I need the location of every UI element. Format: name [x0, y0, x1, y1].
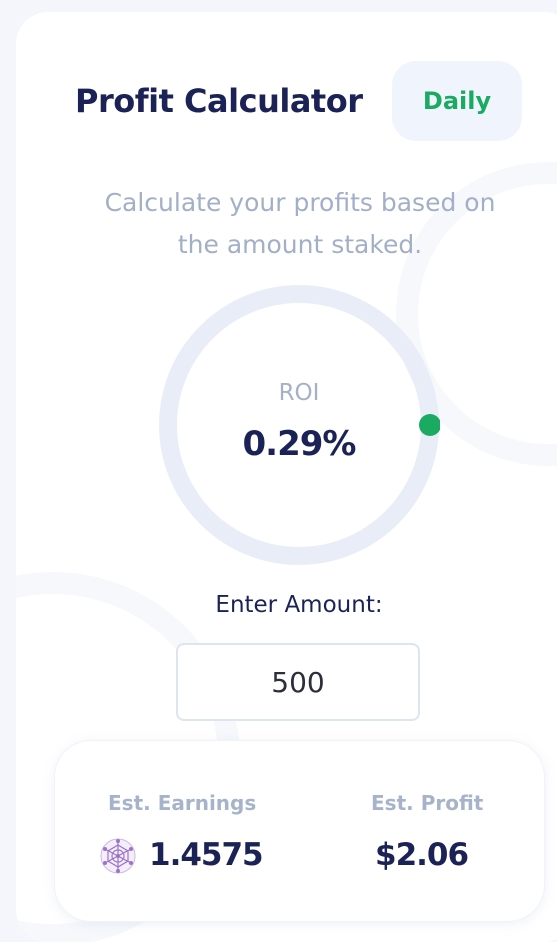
- amount-input[interactable]: [176, 643, 420, 721]
- profit-calculator-card: Profit Calculator Daily Calculate your p…: [16, 12, 557, 942]
- est-profit-value: $2.06: [375, 837, 469, 873]
- calculator-description: Calculate your profits based on the amou…: [104, 188, 496, 259]
- results-panel: Est. Earnings 1.4575 Est. Profit $2.06: [55, 741, 544, 921]
- roi-value: 0.29%: [242, 424, 357, 464]
- period-toggle-button[interactable]: Daily: [392, 61, 522, 141]
- amount-label: Enter Amount:: [215, 592, 383, 618]
- token-network-icon: [100, 838, 136, 874]
- roi-label: ROI: [278, 380, 320, 406]
- roi-gauge: ROI 0.29%: [158, 284, 440, 566]
- est-earnings-label: Est. Earnings: [108, 791, 257, 815]
- page-title: Profit Calculator: [75, 82, 363, 120]
- est-earnings-value: 1.4575: [149, 837, 264, 873]
- est-profit-label: Est. Profit: [371, 791, 484, 815]
